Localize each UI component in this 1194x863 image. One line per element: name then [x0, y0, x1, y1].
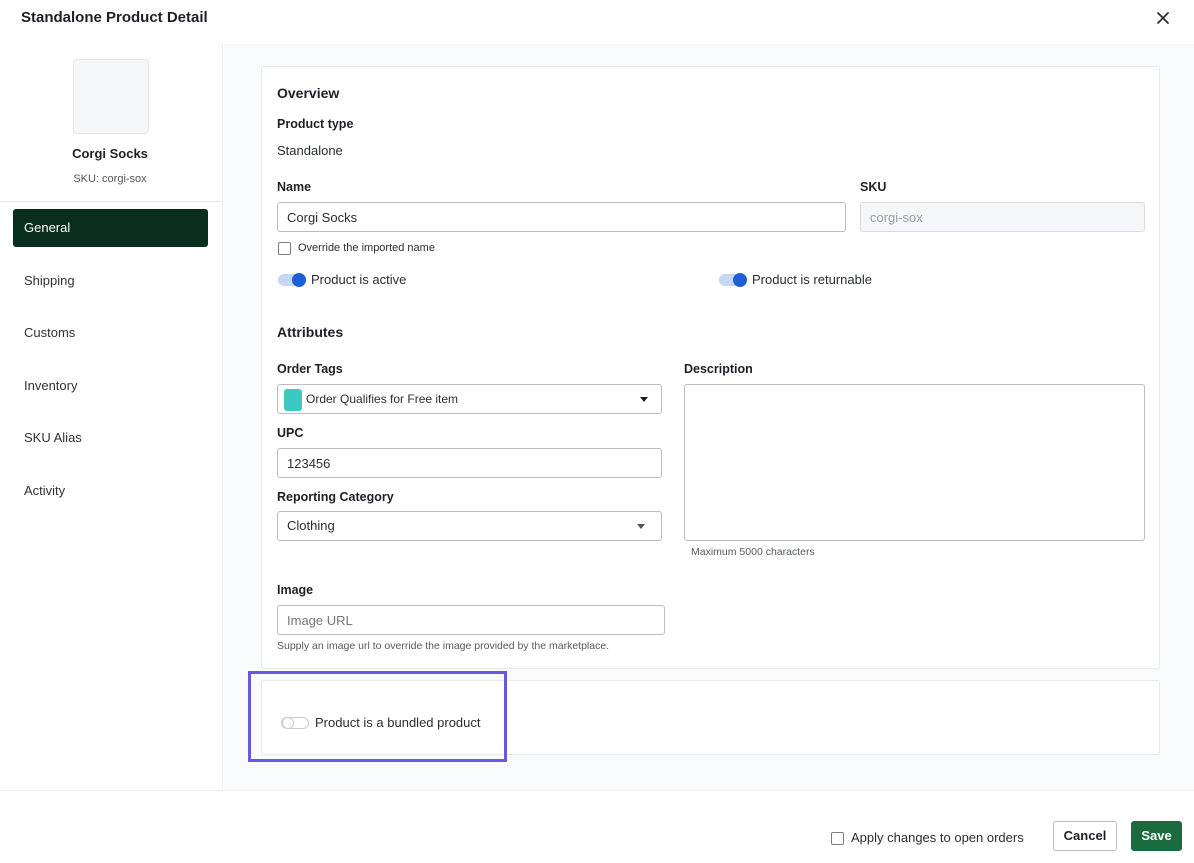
- order-tags-select[interactable]: Order Qualifies for Free item: [277, 384, 662, 414]
- dialog-footer: Apply changes to open orders Cancel Save: [0, 790, 1194, 863]
- sidebar-divider: [0, 201, 222, 202]
- apply-open-orders-checkbox[interactable]: [831, 832, 844, 845]
- dialog-header: Standalone Product Detail: [0, 0, 1194, 44]
- sidebar-item-activity[interactable]: Activity: [13, 472, 208, 510]
- sidebar-item-shipping[interactable]: Shipping: [13, 262, 208, 300]
- overview-card: Overview Product type Standalone Name SK…: [261, 66, 1160, 669]
- close-icon[interactable]: [1152, 7, 1174, 29]
- name-field[interactable]: [277, 202, 846, 232]
- product-name: Corgi Socks: [72, 146, 148, 161]
- apply-open-orders-label: Apply changes to open orders: [851, 830, 1024, 845]
- image-url-field[interactable]: [277, 605, 665, 635]
- sidebar: Corgi Socks SKU: corgi-sox General Shipp…: [0, 44, 223, 790]
- chevron-down-icon: [637, 524, 645, 529]
- description-field[interactable]: [684, 384, 1145, 541]
- sidebar-item-general[interactable]: General: [13, 209, 208, 247]
- order-tag-value: Order Qualifies for Free item: [306, 392, 459, 406]
- order-tags-label: Order Tags: [277, 362, 343, 376]
- product-type-value: Standalone: [277, 143, 343, 158]
- toggle-knob: [292, 273, 306, 287]
- sku-field: [860, 202, 1145, 232]
- reporting-category-value: Clothing: [287, 518, 335, 533]
- product-active-label: Product is active: [311, 272, 407, 287]
- toggle-knob: [733, 273, 747, 287]
- description-label: Description: [684, 362, 753, 376]
- overview-title: Overview: [277, 85, 340, 101]
- tag-color-swatch: [284, 389, 302, 411]
- sidebar-item-sku-alias[interactable]: SKU Alias: [13, 419, 208, 457]
- description-hint: Maximum 5000 characters: [691, 546, 815, 558]
- product-thumbnail: [73, 59, 149, 134]
- upc-field[interactable]: [277, 448, 662, 478]
- cancel-button[interactable]: Cancel: [1053, 821, 1117, 851]
- sku-label: SKU: [860, 180, 887, 194]
- upc-label: UPC: [277, 426, 304, 440]
- name-label: Name: [277, 180, 312, 194]
- sidebar-item-customs[interactable]: Customs: [13, 314, 208, 352]
- chevron-down-icon: [640, 397, 648, 402]
- image-hint: Supply an image url to override the imag…: [277, 640, 610, 652]
- attributes-title: Attributes: [277, 324, 344, 340]
- product-sku: SKU: corgi-sox: [73, 173, 147, 185]
- product-returnable-toggle[interactable]: [719, 273, 747, 287]
- dialog-title: Standalone Product Detail: [21, 9, 208, 26]
- image-label: Image: [277, 583, 314, 597]
- save-button[interactable]: Save: [1131, 821, 1182, 851]
- override-name-checkbox[interactable]: [278, 242, 291, 255]
- override-name-label: Override the imported name: [298, 242, 435, 254]
- product-type-label: Product type: [277, 117, 354, 131]
- product-returnable-label: Product is returnable: [752, 272, 872, 287]
- highlight-annotation: [248, 671, 507, 762]
- reporting-category-label: Reporting Category: [277, 490, 394, 504]
- product-active-toggle[interactable]: [278, 273, 306, 287]
- sidebar-item-inventory[interactable]: Inventory: [13, 367, 208, 405]
- reporting-category-select[interactable]: Clothing: [277, 511, 662, 541]
